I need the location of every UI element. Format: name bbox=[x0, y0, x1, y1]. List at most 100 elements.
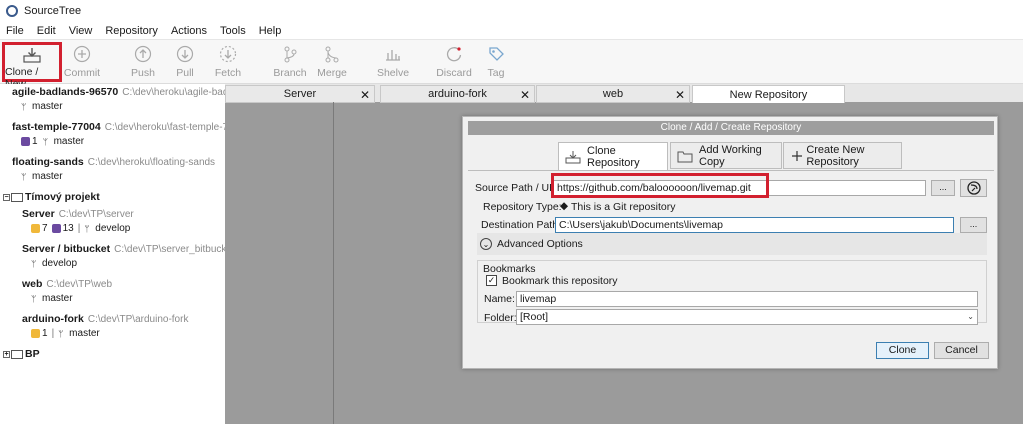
bookmark-name-input[interactable]: livemap bbox=[516, 291, 978, 307]
remote-account-button[interactable] bbox=[960, 179, 987, 197]
tab-clone-repository[interactable]: Clone Repository bbox=[558, 142, 668, 171]
tab-create-new-repository[interactable]: Create New Repository bbox=[783, 142, 902, 169]
tag-label: Tag bbox=[487, 67, 505, 79]
group-name: Tímový projekt bbox=[25, 191, 100, 203]
menu-help[interactable]: Help bbox=[257, 24, 284, 38]
pane-divider[interactable] bbox=[333, 102, 334, 424]
repository-tabs: Server ✕ arduino-fork ✕ web ✕ New Reposi… bbox=[225, 84, 1023, 103]
push-icon bbox=[133, 44, 153, 64]
branch-icon: ᛘ bbox=[31, 258, 37, 269]
branch-icon: ᛘ bbox=[21, 101, 27, 112]
menu-view[interactable]: View bbox=[67, 24, 95, 38]
menu-actions[interactable]: Actions bbox=[169, 24, 209, 38]
shelve-icon bbox=[383, 44, 403, 64]
repo-path: C:\dev\TP\arduino-fork bbox=[87, 314, 189, 325]
pull-button[interactable]: Pull bbox=[170, 42, 200, 82]
menu-file[interactable]: File bbox=[4, 24, 26, 38]
folder-select[interactable]: [Root] ⌄ bbox=[516, 309, 978, 325]
destination-path-input[interactable]: C:\Users\jakub\Documents\livemap bbox=[555, 217, 954, 233]
window-title: SourceTree bbox=[24, 5, 82, 17]
pending-badge-icon bbox=[51, 224, 61, 233]
group-bp[interactable]: + BP bbox=[3, 348, 40, 360]
commit-button[interactable]: Commit bbox=[62, 42, 102, 82]
repo-item-floating-sands[interactable]: floating-sands C:\dev\heroku\floating-san… bbox=[12, 156, 215, 182]
repo-item-web[interactable]: web C:\dev\TP\web ᛘ master bbox=[22, 278, 112, 304]
branch-icon: ᛘ bbox=[84, 223, 90, 234]
branch-name: master bbox=[32, 171, 63, 182]
group-timovy-projekt[interactable]: − Tímový projekt bbox=[3, 191, 100, 203]
modified-badge-icon bbox=[31, 224, 40, 233]
browse-destination-button[interactable]: ... bbox=[960, 217, 987, 233]
name-label: Name: bbox=[484, 293, 515, 305]
repo-item-fast-temple[interactable]: fast-temple-77004 C:\dev\heroku\fast-temp… bbox=[12, 121, 225, 147]
folder-selected-value: [Root] bbox=[520, 311, 549, 323]
pull-label: Pull bbox=[176, 67, 194, 79]
shelve-button[interactable]: Shelve bbox=[376, 42, 410, 82]
branch-button[interactable]: Branch bbox=[272, 42, 308, 82]
discard-button[interactable]: Discard bbox=[436, 42, 472, 82]
modified-badge-icon bbox=[31, 329, 40, 338]
merge-button[interactable]: Merge bbox=[315, 42, 349, 82]
branch-icon bbox=[280, 44, 300, 64]
url-highlight-box bbox=[551, 173, 769, 198]
push-button[interactable]: Push bbox=[128, 42, 158, 82]
branch-name: develop bbox=[42, 258, 78, 269]
repo-path: C:\dev\TP\server bbox=[58, 209, 134, 220]
close-icon[interactable]: ✕ bbox=[675, 88, 685, 102]
commit-label: Commit bbox=[63, 67, 101, 79]
close-icon[interactable]: ✕ bbox=[520, 88, 530, 102]
toolbar: Clone / New Commit Push Pull Fetch Branc… bbox=[0, 40, 1023, 90]
repo-item-arduino-fork[interactable]: arduino-fork C:\dev\TP\arduino-fork 1 | ᛘ ma… bbox=[22, 313, 188, 339]
repo-name: Server / bitbucket bbox=[22, 243, 111, 255]
tag-button[interactable]: Tag bbox=[484, 42, 508, 82]
separator: | bbox=[77, 223, 81, 234]
modified-count: 7 bbox=[42, 223, 48, 234]
advanced-options-toggle[interactable]: ⌄ Advanced Options bbox=[477, 233, 987, 255]
clone-icon bbox=[565, 150, 581, 164]
menu-repository[interactable]: Repository bbox=[103, 24, 160, 38]
menu-tools[interactable]: Tools bbox=[218, 24, 248, 38]
tab-label: arduino-fork bbox=[428, 88, 487, 100]
git-icon: ◆ bbox=[560, 200, 569, 212]
collapse-icon[interactable]: − bbox=[3, 193, 10, 201]
fetch-label: Fetch bbox=[214, 67, 242, 79]
chevron-down-icon: ⌄ bbox=[967, 312, 974, 321]
clone-button[interactable]: Clone bbox=[876, 342, 929, 359]
tab-label: Server bbox=[283, 88, 317, 100]
branch-name: master bbox=[32, 101, 63, 112]
repo-item-agile-badlands[interactable]: agile-badlands-96570 C:\dev\heroku\agile-… bbox=[12, 86, 225, 112]
browse-source-button[interactable]: ... bbox=[931, 180, 955, 196]
tab-arduino-fork[interactable]: arduino-fork ✕ bbox=[380, 85, 535, 103]
bookmark-checkbox[interactable]: ✓ bbox=[486, 275, 497, 286]
separator: | bbox=[51, 328, 55, 339]
repo-name: arduino-fork bbox=[22, 313, 84, 325]
repo-name: web bbox=[22, 278, 43, 290]
tab-new-repository[interactable]: New Repository bbox=[692, 85, 845, 103]
branch-name: develop bbox=[95, 223, 131, 234]
clone-icon bbox=[22, 47, 42, 63]
repo-name: fast-temple-77004 bbox=[12, 121, 101, 133]
cancel-button[interactable]: Cancel bbox=[934, 342, 989, 359]
close-icon[interactable]: ✕ bbox=[360, 88, 370, 102]
title-bar: SourceTree bbox=[0, 0, 1023, 22]
expand-icon[interactable]: + bbox=[3, 350, 10, 358]
bookmark-checkbox-label: Bookmark this repository bbox=[502, 275, 618, 287]
merge-label: Merge bbox=[317, 67, 347, 79]
tab-label: Create New Repository bbox=[806, 143, 865, 168]
bookmarks-title: Bookmarks bbox=[483, 263, 536, 275]
repo-name: agile-badlands-96570 bbox=[12, 86, 119, 98]
tab-add-working-copy[interactable]: Add Working Copy bbox=[670, 142, 782, 169]
repo-path: C:\dev\heroku\floating-sands bbox=[87, 157, 216, 168]
tab-server[interactable]: Server ✕ bbox=[225, 85, 375, 103]
menu-edit[interactable]: Edit bbox=[35, 24, 58, 38]
fetch-button[interactable]: Fetch bbox=[211, 42, 245, 82]
repo-item-server-bitbucket[interactable]: Server / bitbucket C:\dev\TP\server_bitbu… bbox=[22, 243, 225, 269]
sourcetree-logo-icon bbox=[6, 5, 18, 17]
tab-label: New Repository bbox=[729, 88, 808, 101]
tab-web[interactable]: web ✕ bbox=[536, 85, 690, 103]
tag-icon bbox=[486, 44, 506, 64]
clone-new-button[interactable]: Clone / New bbox=[2, 42, 62, 90]
commit-icon bbox=[72, 44, 92, 64]
repo-item-server[interactable]: Server C:\dev\TP\server 7 13 | ᛘ develop bbox=[22, 208, 134, 234]
group-name: BP bbox=[25, 348, 40, 360]
